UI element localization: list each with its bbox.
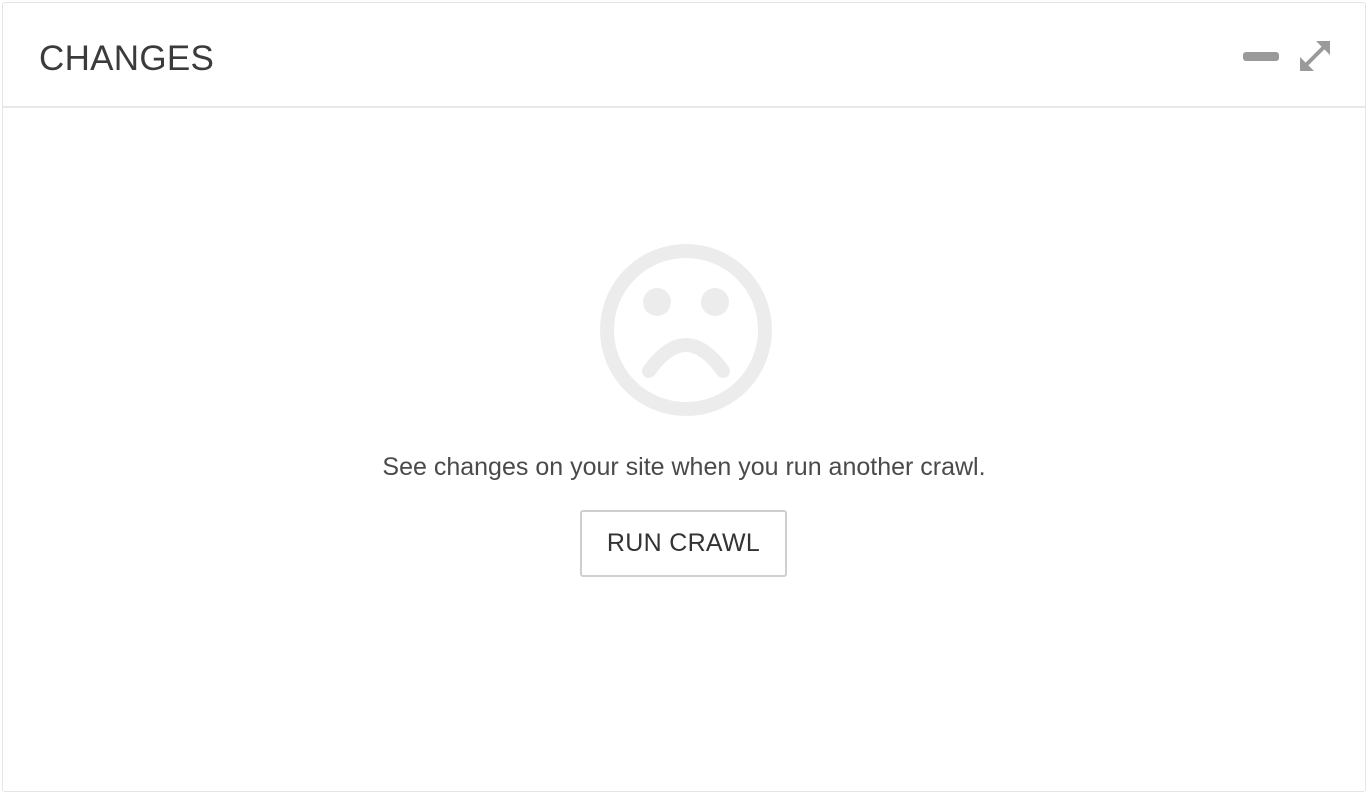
minimize-button[interactable] (1241, 39, 1281, 75)
minus-icon (1242, 50, 1280, 65)
expand-icon (1297, 38, 1333, 77)
panel-header: CHANGES (3, 3, 1365, 108)
expand-button[interactable] (1295, 39, 1335, 75)
sad-face-icon (597, 241, 775, 419)
panel-body: See changes on your site when you run an… (3, 108, 1365, 793)
changes-panel: CHANGES See changes on your site when yo… (2, 2, 1366, 792)
run-crawl-button[interactable]: RUN CRAWL (580, 510, 787, 577)
empty-state-message: See changes on your site when you run an… (382, 453, 986, 481)
panel-controls (1227, 39, 1335, 75)
panel-title: CHANGES (39, 39, 215, 78)
